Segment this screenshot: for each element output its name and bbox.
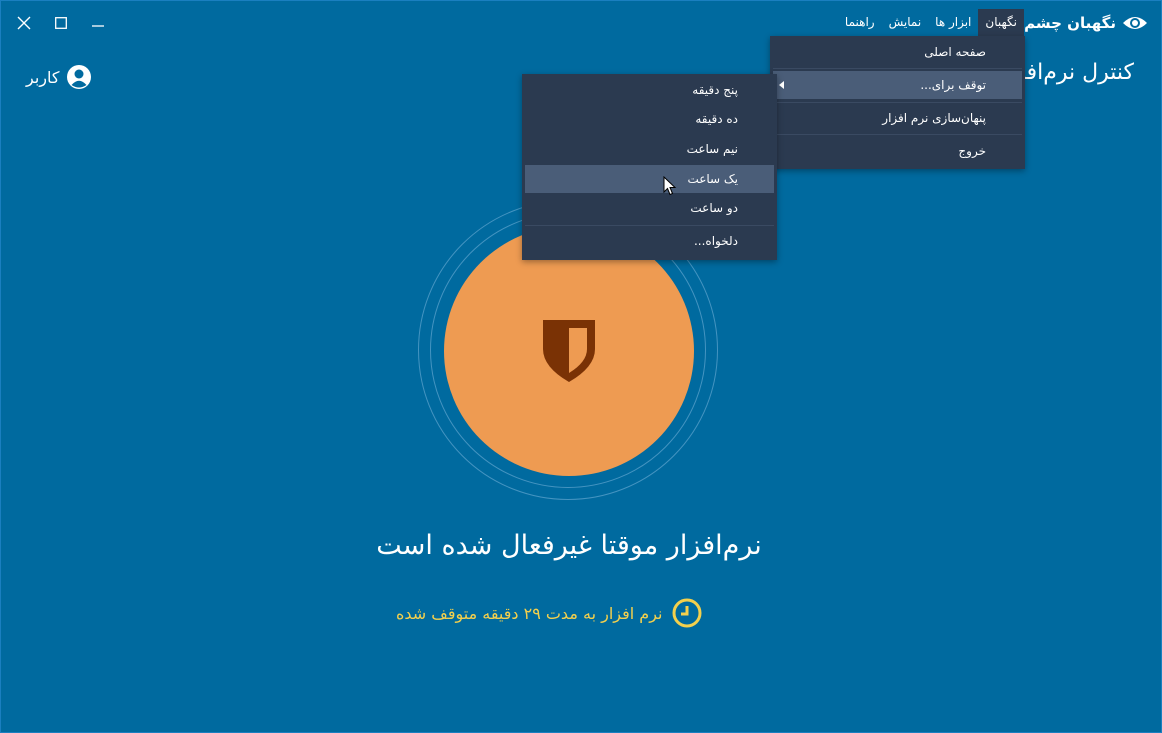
user-label: کاربر — [26, 67, 60, 87]
menu-help[interactable]: راهنما — [838, 9, 882, 36]
status-title: نرم‌افزار موقتا غیرفعال شده است — [376, 530, 762, 561]
submenu-item-30min[interactable]: نیم ساعت — [525, 135, 774, 163]
app-brand: نگهبان چشم — [1024, 10, 1148, 36]
menu-view[interactable]: نمایش — [882, 9, 929, 36]
maximize-icon — [55, 17, 67, 29]
submenu-item-2hour[interactable]: دو ساعت — [525, 194, 774, 222]
submenu-item-custom[interactable]: دلخواه... — [525, 227, 774, 255]
close-button[interactable] — [7, 10, 41, 36]
close-icon — [17, 16, 31, 30]
clock-icon — [672, 598, 702, 628]
maximize-button[interactable] — [44, 10, 78, 36]
pause-duration-submenu: پنج دقیقه ده دقیقه نیم ساعت یک ساعت دو س… — [522, 74, 777, 260]
shield-icon — [543, 320, 595, 382]
status-subtitle: نرم افزار به مدت ۲۹ دقیقه متوقف شده — [396, 603, 663, 623]
menu-separator — [773, 134, 1022, 135]
submenu-item-10min[interactable]: ده دقیقه — [525, 105, 774, 133]
menu-separator — [773, 102, 1022, 103]
mouse-cursor-icon — [663, 176, 677, 196]
minimize-button[interactable] — [81, 10, 115, 36]
status-subtitle-row: نرم افزار به مدت ۲۹ دقیقه متوقف شده — [396, 598, 702, 628]
menu-negahban[interactable]: نگهبان — [978, 9, 1024, 36]
app-title: نگهبان چشم — [1024, 14, 1116, 32]
menu-tools[interactable]: ابزار ها — [928, 9, 978, 36]
user-avatar-icon — [66, 65, 91, 89]
minimize-icon — [92, 25, 104, 27]
submenu-item-5min[interactable]: پنج دقیقه — [525, 76, 774, 104]
menu-separator — [773, 68, 1022, 69]
menu-item-exit[interactable]: خروج — [773, 137, 1022, 165]
user-button[interactable]: کاربر — [26, 64, 92, 90]
submenu-arrow-icon — [779, 81, 784, 89]
eye-icon — [1123, 17, 1147, 29]
submenu-item-1hour[interactable]: یک ساعت — [525, 165, 774, 193]
menu-separator — [525, 225, 774, 226]
menu-item-home[interactable]: صفحه اصلی — [773, 38, 1022, 66]
menu-item-hide[interactable]: پنهان‌سازی نرم افزار — [773, 104, 1022, 132]
menu-bar: نگهبان ابزار ها نمایش راهنما — [838, 9, 1024, 36]
negahban-menu: صفحه اصلی توقف برای... پنهان‌سازی نرم اف… — [770, 36, 1025, 169]
menu-item-pause-for[interactable]: توقف برای... — [773, 71, 1022, 99]
menu-item-pause-label: توقف برای... — [920, 78, 986, 92]
